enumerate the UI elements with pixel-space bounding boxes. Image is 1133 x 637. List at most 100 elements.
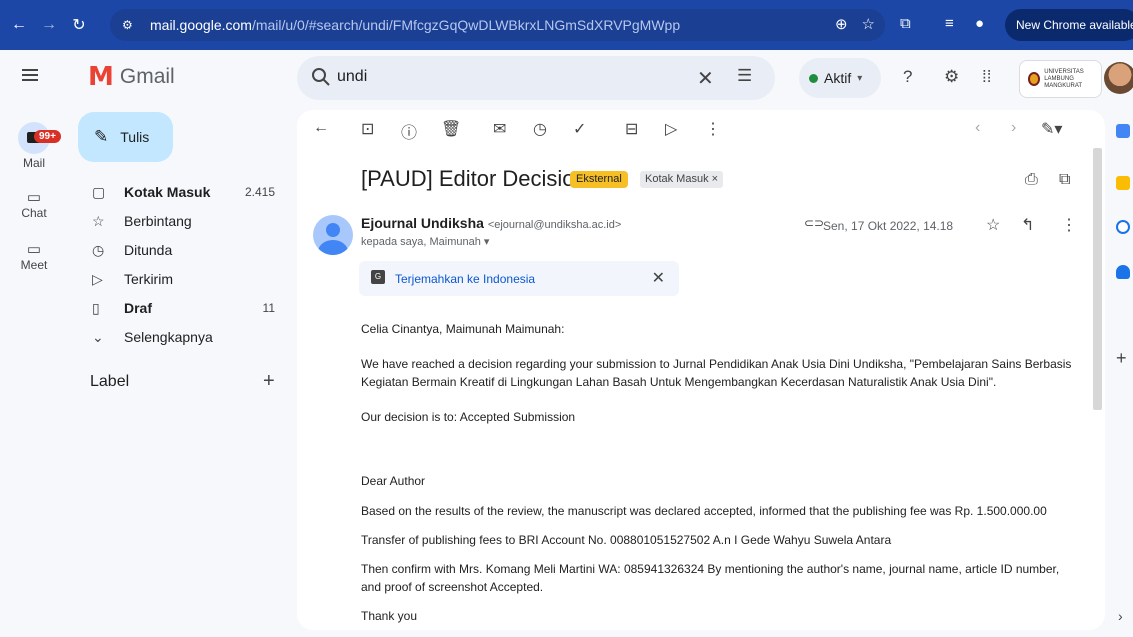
inbox-icon: ▢	[92, 183, 106, 200]
delete-icon[interactable]: 🗑	[441, 119, 461, 139]
clear-search-icon[interactable]: ✕	[697, 66, 714, 91]
site-info-icon[interactable]: ⚙	[122, 18, 142, 32]
chat-icon: ▭	[26, 189, 42, 206]
reply-icon[interactable]: ↰	[1021, 215, 1034, 235]
address-bar[interactable]: ⚙ mail.google.com/mail/u/0/#search/undi/…	[110, 9, 885, 41]
body-paragraph: Then confirm with Mrs. Komang Meli Marti…	[361, 562, 1060, 594]
sender-email: <ejournal@undiksha.ac.id>	[487, 219, 622, 231]
clock-icon: ◷	[92, 241, 105, 258]
nav-item-drafts[interactable]: ▯ Draf 11	[78, 296, 288, 320]
keep-icon[interactable]	[1116, 176, 1130, 190]
search-input[interactable]: undi	[337, 68, 367, 86]
meet-icon: ▭	[26, 241, 42, 258]
gmail-wordmark: Gmail	[119, 65, 175, 88]
message-more-icon[interactable]: ⋮	[1061, 215, 1077, 235]
help-icon[interactable]: ?	[903, 67, 912, 87]
nav-count: 11	[262, 301, 275, 315]
search-bar[interactable]: undi ✕ ☰	[297, 56, 775, 100]
add-label-icon[interactable]: +	[263, 370, 275, 393]
body-paragraph: Transfer of publishing fees to BRI Accou…	[361, 533, 892, 547]
rail-label-chat: Chat	[21, 206, 47, 220]
profile-icon[interactable]: ●	[975, 15, 984, 32]
more-options-icon[interactable]: ⋮	[705, 119, 721, 139]
search-options-icon[interactable]: ☰	[737, 66, 752, 86]
nav-label: Kotak Masuk	[124, 184, 211, 200]
translate-icon: G	[371, 270, 385, 284]
rail-item-mail[interactable]: 99+ Mail	[0, 122, 68, 170]
reload-icon[interactable]: ↻	[68, 15, 90, 35]
university-name: UNIVERSITAS LAMBUNG MANGKURAT	[1044, 69, 1101, 90]
get-addons-icon[interactable]: +	[1116, 348, 1127, 369]
organization-logo[interactable]: UNIVERSITAS LAMBUNG MANGKURAT	[1019, 60, 1102, 98]
forward-icon[interactable]: →	[38, 16, 60, 34]
body-paragraph: Celia Cinantya, Maimunah Maimunah:	[361, 322, 565, 336]
star-icon[interactable]: ☆	[986, 215, 1000, 235]
recipients[interactable]: kepada saya, Maimunah ▾	[361, 235, 489, 248]
address-text[interactable]: mail.google.com/mail/u/0/#search/undi/FM…	[150, 17, 680, 33]
bookmark-star-icon[interactable]: ☆	[862, 15, 875, 33]
status-dot-icon	[809, 73, 818, 83]
input-tools-icon[interactable]: ✎▾	[1041, 119, 1062, 139]
nav-label: Ditunda	[124, 242, 173, 258]
account-avatar[interactable]	[1104, 62, 1133, 94]
move-to-icon[interactable]: ⊟	[625, 119, 638, 139]
older-icon[interactable]: ›	[1011, 119, 1016, 137]
reading-list-icon[interactable]: ≡	[945, 15, 954, 32]
email-view: ← ⊡ ⓘ 🗑 ✉ ◷ ✓ ⊟ ▷ ⋮ ‹ › ✎▾ [PAUD] Editor…	[297, 110, 1105, 630]
archive-icon[interactable]: ⊡	[361, 119, 374, 139]
translate-link[interactable]: Terjemahkan ke Indonesia	[395, 272, 535, 286]
unread-badge: 99+	[34, 130, 61, 143]
search-icon[interactable]	[311, 67, 331, 87]
url-host: mail.google.com	[150, 17, 252, 33]
newer-icon[interactable]: ‹	[975, 119, 980, 137]
sender-name[interactable]: Ejournal Undiksha	[361, 215, 484, 231]
nav-item-inbox[interactable]: ▢ Kotak Masuk 2.415	[78, 180, 288, 204]
calendar-icon[interactable]	[1116, 124, 1130, 138]
update-chrome-button[interactable]: New Chrome available	[1005, 9, 1133, 41]
nav-item-starred[interactable]: ☆ Berbintang	[78, 209, 288, 233]
inbox-label-chip[interactable]: Kotak Masuk ×	[640, 171, 724, 188]
install-app-icon[interactable]: ⊕	[835, 15, 848, 33]
report-spam-icon[interactable]: ⓘ	[401, 119, 417, 143]
snooze-icon[interactable]: ◷	[533, 119, 547, 139]
back-to-list-icon[interactable]: ←	[313, 119, 329, 137]
rail-item-chat[interactable]: ▭ Chat	[0, 188, 68, 220]
mark-unread-icon[interactable]: ✉	[493, 119, 506, 139]
attachment-label-icon: ⊂⊃	[804, 216, 825, 230]
body-paragraph: Thank you	[361, 609, 418, 623]
nav-item-sent[interactable]: ▷ Terkirim	[78, 267, 288, 291]
rail-item-meet[interactable]: ▭ Meet	[0, 240, 68, 272]
label-icon[interactable]: ▷	[665, 119, 677, 139]
folder-list: ▢ Kotak Masuk 2.415 ☆ Berbintang ◷ Ditun…	[78, 180, 288, 354]
tasks-icon[interactable]	[1116, 220, 1130, 234]
url-path: /mail/u/0/#search/undi/FMfcgzGqQwDLWBkrx…	[251, 17, 681, 33]
add-task-icon[interactable]: ✓	[573, 119, 586, 139]
contacts-icon[interactable]	[1116, 265, 1130, 279]
rail-label-mail: Mail	[22, 156, 45, 170]
status-button[interactable]: Aktif ▾	[799, 58, 881, 98]
translate-bar: G Terjemahkan ke Indonesia ✕	[359, 261, 679, 296]
nav-item-more[interactable]: ⌄ Selengkapnya	[78, 325, 288, 349]
email-subject: [PAUD] Editor Decision	[361, 166, 587, 191]
back-icon[interactable]: ←	[8, 16, 30, 34]
sender-avatar[interactable]	[313, 215, 353, 255]
email-scrollbar[interactable]	[1093, 148, 1102, 410]
extensions-icon[interactable]: ⧉	[900, 15, 911, 32]
close-translate-icon[interactable]: ✕	[652, 268, 665, 288]
draft-icon: ▯	[92, 299, 100, 316]
compose-button[interactable]: ✎ Tulis	[78, 112, 173, 162]
body-paragraph: Our decision is to: Accepted Submission	[361, 410, 576, 424]
nav-item-snoozed[interactable]: ◷ Ditunda	[78, 238, 288, 262]
gmail-logo[interactable]: M Gmail	[88, 62, 175, 92]
apps-grid-icon[interactable]: ⁞⁞	[982, 67, 991, 87]
body-paragraph: Based on the results of the review, the …	[361, 504, 1047, 518]
main-menu-icon[interactable]	[22, 66, 38, 84]
settings-gear-icon[interactable]: ⚙	[944, 67, 959, 87]
print-icon[interactable]: ⎙	[1025, 171, 1038, 189]
expand-panel-icon[interactable]: ›	[1118, 608, 1123, 624]
labels-heading: Label	[90, 373, 130, 390]
open-new-window-icon[interactable]: ⧉	[1059, 171, 1070, 189]
nav-label: Berbintang	[124, 213, 192, 229]
nav-label: Draf	[124, 300, 153, 316]
nav-label: Selengkapnya	[124, 329, 213, 345]
